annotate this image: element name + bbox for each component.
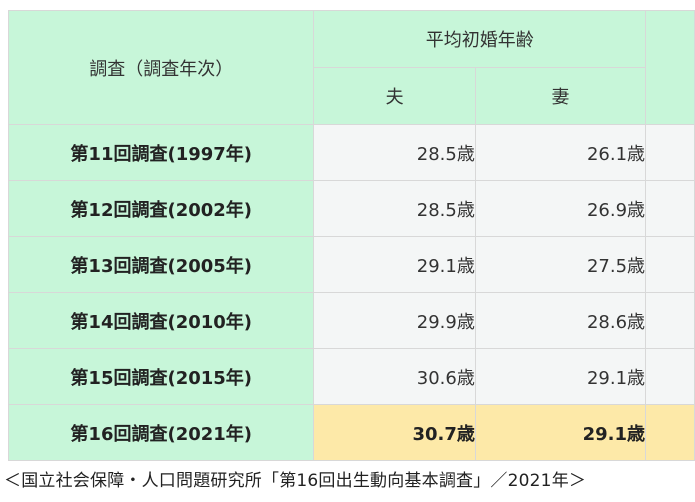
husband-age: 29.9歳: [313, 292, 476, 349]
survey-label: 第16回調査(2021年): [7, 404, 315, 461]
group-header: 平均初婚年齢: [313, 10, 647, 68]
truncated-cell: [645, 180, 695, 237]
marriage-age-table: 調査（調査年次） 平均初婚年齢 夫 妻 第11回調査(1997年) 28.5歳 …: [7, 10, 695, 461]
survey-label: 第13回調査(2005年): [7, 236, 315, 293]
truncated-cell: [645, 348, 695, 405]
truncated-cell: [645, 124, 695, 181]
truncated-column-header: [645, 10, 695, 125]
husband-age: 28.5歳: [313, 180, 476, 237]
husband-age: 30.6歳: [313, 348, 476, 405]
column-header-wife: 妻: [474, 67, 647, 125]
survey-label: 第15回調査(2015年): [7, 348, 315, 405]
husband-age: 30.7歳: [313, 404, 476, 461]
wife-age: 28.6歳: [474, 292, 647, 349]
truncated-cell: [645, 292, 695, 349]
husband-age: 28.5歳: [313, 124, 476, 181]
table-row: 第15回調査(2015年) 30.6歳 29.1歳: [7, 348, 695, 405]
table-row: 第12回調査(2002年) 28.5歳 26.9歳: [7, 180, 695, 237]
truncated-cell: [645, 236, 695, 293]
survey-label: 第14回調査(2010年): [7, 292, 315, 349]
table-row: 第13回調査(2005年) 29.1歳 27.5歳: [7, 236, 695, 293]
column-header-husband: 夫: [313, 67, 476, 125]
corner-header: 調査（調査年次）: [7, 10, 315, 125]
wife-age: 26.9歳: [474, 180, 647, 237]
wife-age: 27.5歳: [474, 236, 647, 293]
table-row-highlighted: 第16回調査(2021年) 30.7歳 29.1歳: [7, 404, 695, 461]
wife-age: 29.1歳: [474, 348, 647, 405]
survey-label: 第12回調査(2002年): [7, 180, 315, 237]
source-caption: ＜国立社会保障・人口問題研究所「第16回出生動向基本調査」／2021年＞: [4, 471, 587, 491]
wife-age: 29.1歳: [474, 404, 647, 461]
survey-label: 第11回調査(1997年): [7, 124, 315, 181]
table-row: 第14回調査(2010年) 29.9歳 28.6歳: [7, 292, 695, 349]
husband-age: 29.1歳: [313, 236, 476, 293]
truncated-cell: [645, 404, 695, 461]
table-row: 第11回調査(1997年) 28.5歳 26.1歳: [7, 124, 695, 181]
wife-age: 26.1歳: [474, 124, 647, 181]
